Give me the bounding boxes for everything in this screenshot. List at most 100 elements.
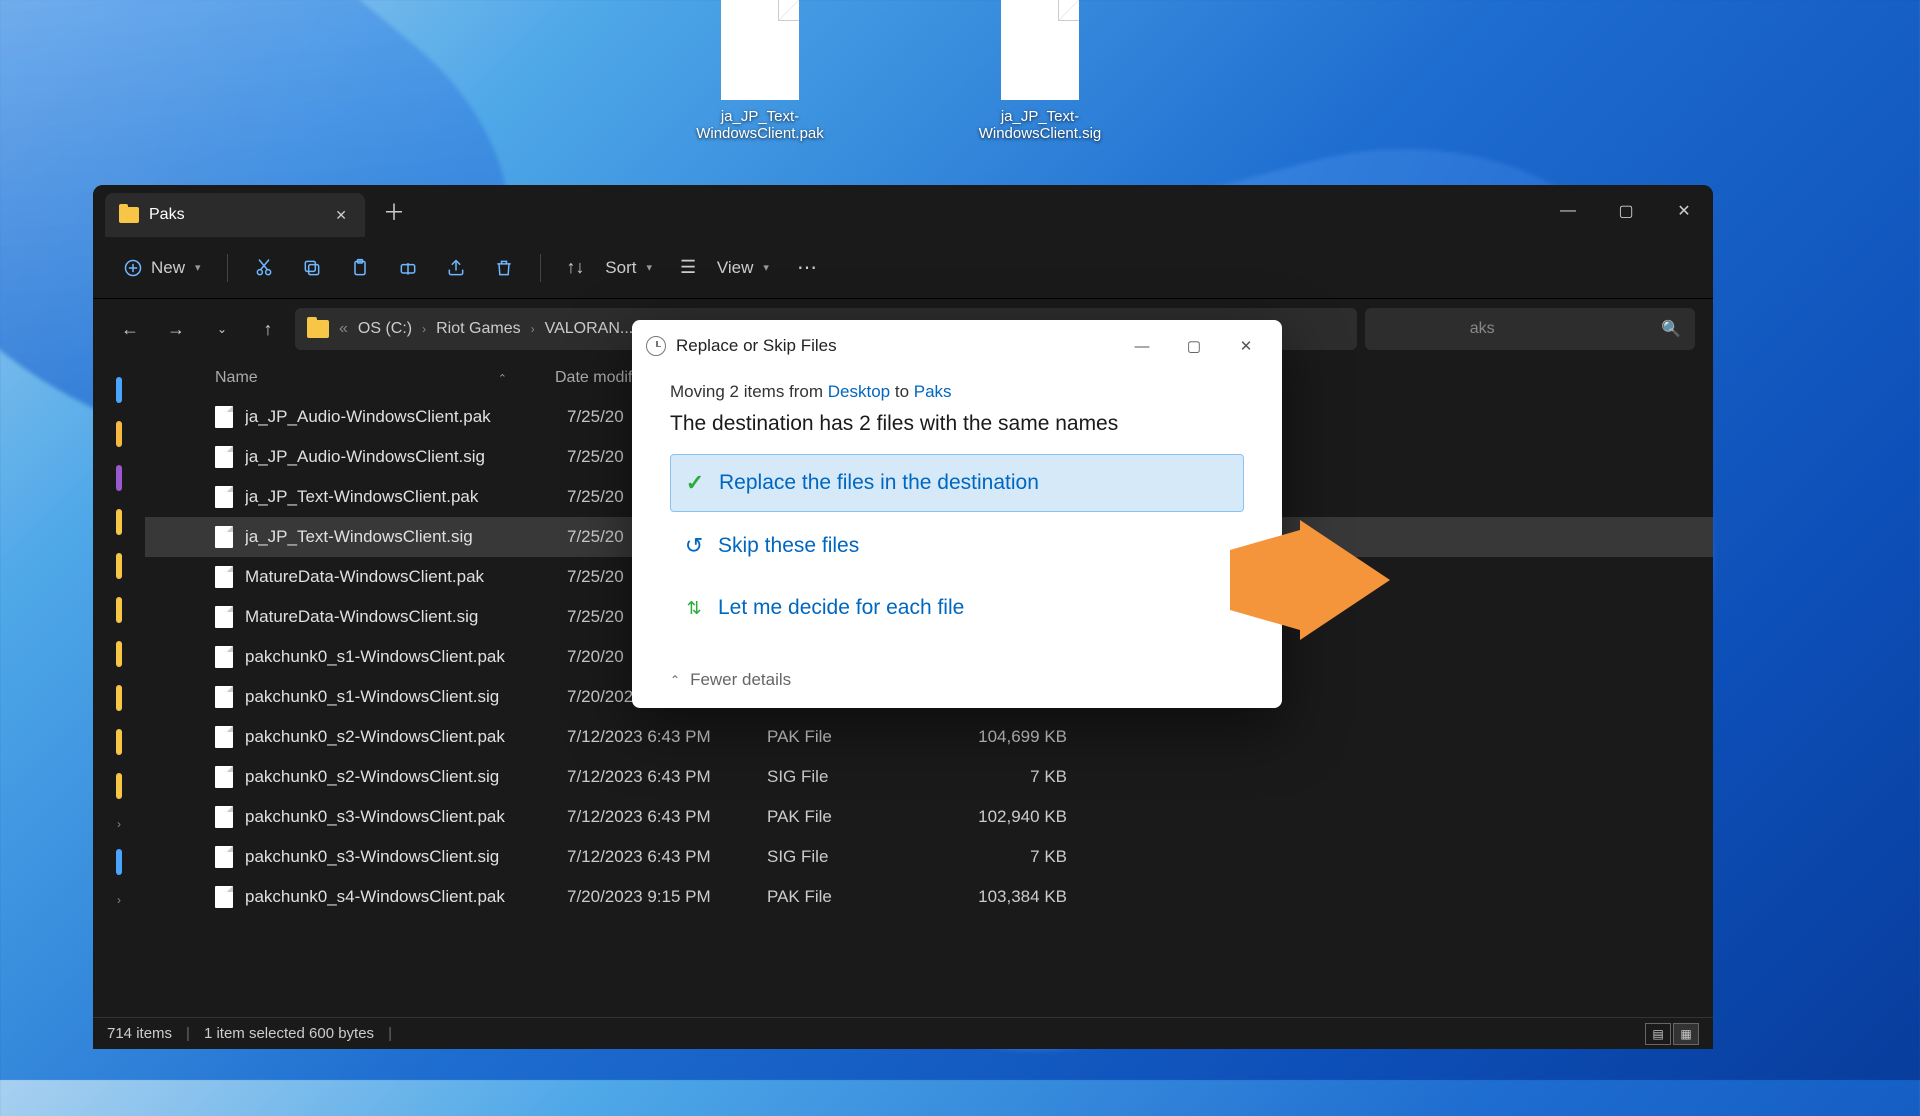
sort-button[interactable]: ↑↓ Sort▾	[555, 249, 664, 286]
quick-access-pin[interactable]	[116, 597, 122, 623]
file-icon	[215, 566, 233, 588]
sidebar: › ›	[93, 359, 145, 1017]
file-icon	[215, 606, 233, 628]
folder-icon	[119, 207, 139, 223]
file-icon	[215, 526, 233, 548]
quick-access-pin[interactable]	[116, 641, 122, 667]
file-icon	[215, 726, 233, 748]
crumb-2[interactable]: VALORAN...	[545, 320, 634, 338]
folder-icon	[307, 320, 329, 338]
delete-button[interactable]	[482, 250, 526, 286]
link-desktop[interactable]: Desktop	[828, 382, 890, 401]
desktop-file-sig[interactable]: ja_JP_Text-WindowsClient.sig	[970, 0, 1110, 142]
dialog-moving-text: Moving 2 items from Desktop to Paks	[670, 382, 1244, 402]
file-size: 102,940 KB	[927, 807, 1067, 827]
file-icon	[215, 766, 233, 788]
option-replace[interactable]: ✓ Replace the files in the destination	[670, 454, 1244, 512]
crumb-1[interactable]: Riot Games	[436, 320, 520, 338]
paste-button[interactable]	[338, 250, 382, 286]
more-button[interactable]: ⋯	[785, 247, 829, 288]
quick-access-pin[interactable]	[116, 421, 122, 447]
file-row[interactable]: pakchunk0_s4-WindowsClient.pak7/20/2023 …	[145, 877, 1713, 917]
replace-or-skip-dialog: Replace or Skip Files ― ▢ ✕ Moving 2 ite…	[632, 320, 1282, 708]
quick-access-pin[interactable]	[116, 377, 122, 403]
file-name: MatureData-WindowsClient.pak	[245, 567, 567, 587]
file-type: SIG File	[767, 847, 927, 867]
dialog-minimize-button[interactable]: ―	[1120, 330, 1164, 362]
file-size: 103,384 KB	[927, 887, 1067, 907]
close-window-button[interactable]: ✕	[1655, 185, 1713, 237]
minimize-button[interactable]: ―	[1539, 185, 1597, 237]
file-name: pakchunk0_s4-WindowsClient.pak	[245, 887, 567, 907]
quick-access-pin[interactable]	[116, 465, 122, 491]
maximize-button[interactable]: ▢	[1597, 185, 1655, 237]
status-bar: 714 items | 1 item selected 600 bytes | …	[93, 1017, 1713, 1049]
titlebar: Paks ✕ ＋ ― ▢ ✕	[93, 185, 1713, 237]
file-icon	[215, 846, 233, 868]
undo-icon: ↻	[684, 536, 704, 556]
quick-access-pin[interactable]	[116, 773, 122, 799]
file-name: pakchunk0_s3-WindowsClient.pak	[245, 807, 567, 827]
file-date: 7/12/2023 6:43 PM	[567, 807, 767, 827]
new-button[interactable]: New▾	[111, 250, 213, 286]
check-icon: ✓	[685, 473, 705, 493]
clock-icon	[646, 336, 666, 356]
tab-paks[interactable]: Paks ✕	[105, 193, 365, 237]
option-skip[interactable]: ↻ Skip these files	[670, 518, 1244, 574]
file-name: ja_JP_Text-WindowsClient.sig	[245, 527, 567, 547]
link-paks[interactable]: Paks	[914, 382, 952, 401]
dialog-headline: The destination has 2 files with the sam…	[670, 412, 1244, 436]
file-name: pakchunk0_s1-WindowsClient.pak	[245, 647, 567, 667]
file-size: 7 KB	[927, 847, 1067, 867]
toolbar: New▾ ↑↓ Sort▾ ☰ View▾ ⋯	[93, 237, 1713, 299]
copy-button[interactable]	[290, 250, 334, 286]
option-decide[interactable]: ⇅ Let me decide for each file	[670, 580, 1244, 636]
file-name: ja_JP_Text-WindowsClient.pak	[245, 487, 567, 507]
rename-button[interactable]	[386, 250, 430, 286]
share-button[interactable]	[434, 250, 478, 286]
file-type: SIG File	[767, 767, 927, 787]
file-row[interactable]: pakchunk0_s3-WindowsClient.pak7/12/2023 …	[145, 797, 1713, 837]
file-row[interactable]: pakchunk0_s2-WindowsClient.pak7/12/2023 …	[145, 717, 1713, 757]
file-icon	[215, 886, 233, 908]
view-details-icon[interactable]: ▤	[1645, 1023, 1671, 1045]
file-name: pakchunk0_s3-WindowsClient.sig	[245, 847, 567, 867]
search-icon: 🔍	[1661, 319, 1681, 339]
quick-access-pin[interactable]	[116, 685, 122, 711]
fewer-details-toggle[interactable]: ⌃ Fewer details	[632, 656, 1282, 708]
desktop-file-pak[interactable]: ja_JP_Text-WindowsClient.pak	[690, 0, 830, 142]
view-tiles-icon[interactable]: ▦	[1673, 1023, 1699, 1045]
status-selection: 1 item selected 600 bytes	[204, 1025, 374, 1042]
file-date: 7/12/2023 6:43 PM	[567, 727, 767, 747]
quick-access-pin[interactable]	[116, 849, 122, 875]
quick-access-pin[interactable]	[116, 553, 122, 579]
quick-access-pin[interactable]	[116, 729, 122, 755]
quick-access-pin[interactable]	[116, 509, 122, 535]
new-tab-button[interactable]: ＋	[383, 195, 405, 227]
crumb-drive[interactable]: OS (C:)	[358, 320, 412, 338]
file-icon	[1001, 0, 1079, 100]
tab-title: Paks	[149, 206, 325, 224]
up-button[interactable]: ↑	[249, 310, 287, 348]
file-date: 7/12/2023 6:43 PM	[567, 767, 767, 787]
desktop-file-label: ja_JP_Text-WindowsClient.pak	[690, 108, 830, 142]
view-button[interactable]: ☰ View▾	[668, 249, 781, 286]
file-name: ja_JP_Audio-WindowsClient.pak	[245, 407, 567, 427]
dialog-close-button[interactable]: ✕	[1224, 330, 1268, 362]
file-row[interactable]: pakchunk0_s3-WindowsClient.sig7/12/2023 …	[145, 837, 1713, 877]
file-name: pakchunk0_s2-WindowsClient.sig	[245, 767, 567, 787]
file-type: PAK File	[767, 887, 927, 907]
chevron-up-icon: ⌃	[670, 673, 680, 687]
search-input[interactable]: Search Paks aks 🔍	[1365, 308, 1695, 350]
file-name: pakchunk0_s2-WindowsClient.pak	[245, 727, 567, 747]
file-date: 7/12/2023 6:43 PM	[567, 847, 767, 867]
dialog-maximize-button[interactable]: ▢	[1172, 330, 1216, 362]
file-row[interactable]: pakchunk0_s2-WindowsClient.sig7/12/2023 …	[145, 757, 1713, 797]
dialog-title: Replace or Skip Files	[676, 336, 1110, 356]
file-name: ja_JP_Audio-WindowsClient.sig	[245, 447, 567, 467]
close-tab-icon[interactable]: ✕	[335, 207, 347, 224]
recent-button[interactable]: ⌄	[203, 310, 241, 348]
back-button[interactable]: ←	[111, 310, 149, 348]
forward-button[interactable]: →	[157, 310, 195, 348]
cut-button[interactable]	[242, 250, 286, 286]
